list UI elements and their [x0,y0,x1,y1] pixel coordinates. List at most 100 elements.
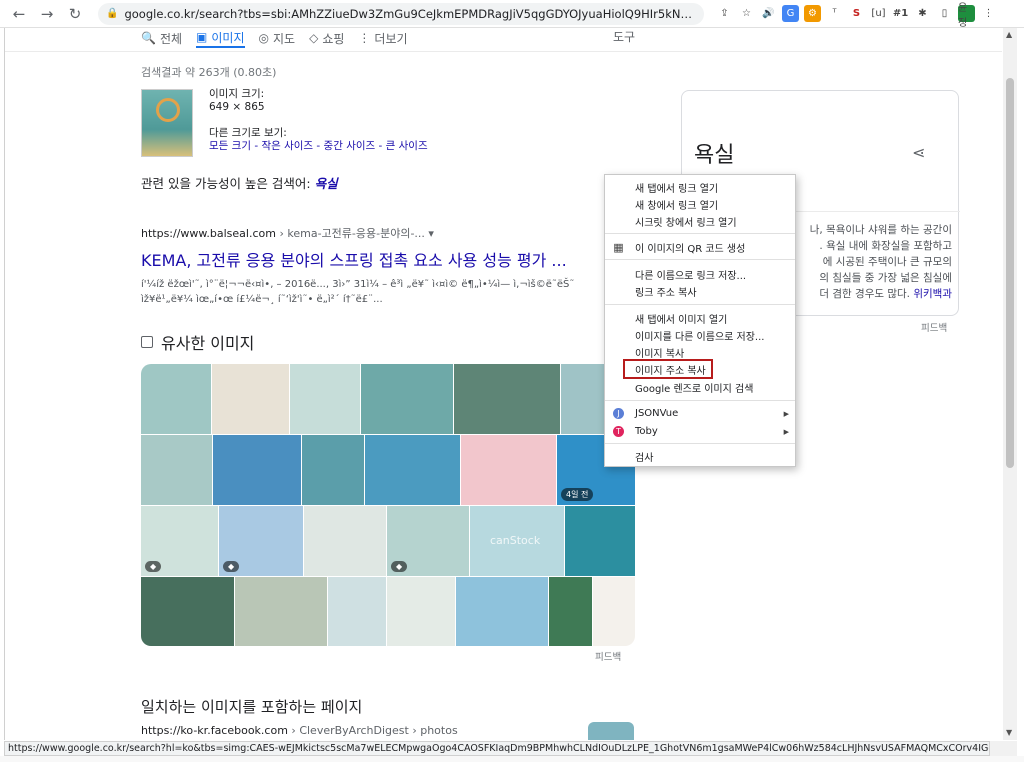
related-term-link[interactable]: 욕실 [315,176,338,191]
tag-icon: ◇ [309,31,319,45]
result-url[interactable]: https://www.balseal.com › kema-고전류-응용-분야… [141,225,601,241]
menu-save-link-as[interactable]: 다른 이름으로 링크 저장... [605,266,795,283]
extensions-puzzle-icon[interactable]: ✱ [914,5,931,22]
menu-save-image-as[interactable]: 이미지를 다른 이름으로 저장... [605,327,795,344]
chrome-menu-icon[interactable]: ⋮ [980,5,997,22]
menu-copy-link-address[interactable]: 링크 주소 복사 [605,283,795,300]
query-image-thumbnail[interactable] [141,89,193,157]
result-count: 검색결과 약 263개 (0.80초) [141,66,277,79]
back-icon[interactable]: ← [8,3,30,25]
address-bar[interactable]: 🔒 google.co.kr/search?tbs=sbi:AMhZZiueDw… [98,2,704,25]
address-url[interactable]: google.co.kr/search?tbs=sbi:AMhZZiueDw3Z… [124,7,696,21]
status-bar-url: https://www.google.co.kr/search?hl=ko&tb… [4,741,990,756]
image-icon: ▣ [196,30,208,44]
similar-image[interactable] [565,506,635,576]
vertical-scrollbar[interactable]: ▲ ▼ [1003,28,1017,740]
size-links[interactable]: 모든 크기 - 작은 사이즈 - 중간 사이즈 - 큰 사이즈 [209,140,428,153]
menu-separator [605,233,795,234]
similar-image[interactable]: ◆ [219,506,303,576]
media-icon[interactable]: 🔊 [760,5,777,22]
menu-open-link-new-tab[interactable]: 새 탭에서 링크 열기 [605,179,795,196]
similar-image[interactable] [302,435,364,505]
related-prefix: 관련 있을 가능성이 높은 검색어: [141,176,315,191]
bookmark-star-icon[interactable]: ☆ [738,5,755,22]
panel-feedback-link[interactable]: 피드백 [921,320,947,334]
share-page-icon[interactable]: ⇪ [716,5,733,22]
result-title-link[interactable]: KEMA, 고전류 응용 분야의 스프링 접촉 요소 사용 성능 평가 ... [141,247,601,271]
jsonvue-icon: J [613,408,624,419]
extension-icon-5[interactable]: #1 [892,5,909,22]
share-icon[interactable]: ⋖ [912,143,925,162]
tab-label: 지도 [273,31,296,46]
watermark: canStock [490,534,541,547]
age-badge: 4일 전 [561,488,594,501]
scroll-up-icon[interactable]: ▲ [1006,30,1012,39]
context-menu: 새 탭에서 링크 열기 새 창에서 링크 열기 시크릿 창에서 링크 열기 ▦ 이… [604,174,796,467]
tab-more[interactable]: ⋮ 더보기 [358,28,407,48]
extension-icon-1[interactable]: ⚙ [804,5,821,22]
forward-icon[interactable]: → [36,3,58,25]
similar-image[interactable] [212,364,289,434]
translate-icon[interactable]: G [782,5,799,22]
facebook-result-url[interactable]: https://ko-kr.facebook.com › CleverByArc… [141,724,458,737]
menu-open-image-new-tab[interactable]: 새 탭에서 이미지 열기 [605,310,795,327]
similar-image[interactable] [141,435,212,505]
tabs-divider [5,51,1002,52]
similar-image[interactable] [213,435,301,505]
window-bottom-edge [0,756,1024,762]
scroll-thumb[interactable] [1006,78,1014,468]
similar-image[interactable]: ◆ [141,506,218,576]
similar-image[interactable] [328,577,386,646]
menu-separator [605,400,795,401]
menu-qr-code[interactable]: ▦ 이 이미지의 QR 코드 생성 [605,239,795,256]
similar-image[interactable] [454,364,560,434]
side-panel-icon[interactable]: ▯ [936,5,953,22]
profile-avatar[interactable]: 윤정 [958,3,975,29]
tab-maps[interactable]: ◎ 지도 [259,28,296,48]
similar-image[interactable] [235,577,327,646]
tab-label: 전체 [159,31,183,46]
similar-image[interactable] [461,435,556,505]
image-size-label: 이미지 크기: [209,88,265,100]
menu-jsonvue[interactable]: J JSONVue ▶ [605,405,795,422]
similar-image[interactable] [549,577,592,646]
desc-text: 더 겸한 경우도 많다. [819,288,911,300]
similar-feedback-link[interactable]: 피드백 [595,649,621,663]
reload-icon[interactable]: ↻ [64,3,86,25]
tools-button[interactable]: 도구 [613,28,635,45]
extension-icon-3[interactable]: S [848,5,865,22]
page-viewport: 🔍 전체 ▣ 이미지 ◎ 지도 ◇ 쇼핑 ⋮ 더보기 도구 검색결과 약 263개 (0.… [4,28,1002,740]
similar-images-grid: 4일 전 ◆ ◆ ◆ canStock [141,364,635,646]
extension-icon-2[interactable]: ᵀ [826,5,843,22]
similar-image[interactable] [365,435,460,505]
similar-image[interactable] [141,577,234,646]
submenu-arrow-icon: ▶ [783,409,789,418]
similar-image[interactable] [141,364,211,434]
similar-image[interactable] [593,577,635,646]
tab-images[interactable]: ▣ 이미지 [196,28,245,48]
tab-all[interactable]: 🔍 전체 [141,28,182,48]
tab-shopping[interactable]: ◇ 쇼핑 [309,28,344,48]
menu-separator [605,304,795,305]
menu-inspect[interactable]: 검사 [605,448,795,465]
highlight-box [623,359,713,379]
menu-open-link-incognito[interactable]: 시크릿 창에서 링크 열기 [605,213,795,230]
menu-open-link-new-window[interactable]: 새 창에서 링크 열기 [605,196,795,213]
facebook-result-thumbnail[interactable] [588,722,634,740]
similar-image[interactable] [361,364,453,434]
similar-image[interactable] [387,577,455,646]
menu-toby[interactable]: T Toby ▶ [605,423,795,440]
toby-icon: T [613,426,624,437]
extension-icon-4[interactable]: [u] [870,5,887,22]
menu-google-lens[interactable]: Google 렌즈로 이미지 검색 [605,379,795,396]
related-search: 관련 있을 가능성이 높은 검색어: 욕실 [141,173,338,192]
similar-image[interactable] [290,364,360,434]
more-dots-icon: ⋮ [358,31,371,45]
wikipedia-link[interactable]: 위키백과 [913,288,952,300]
similar-image[interactable] [304,506,386,576]
tag-badge-icon: ◆ [145,561,162,572]
similar-image[interactable]: ◆ [387,506,469,576]
scroll-down-icon[interactable]: ▼ [1006,728,1012,737]
similar-image[interactable]: canStock [470,506,564,576]
similar-image[interactable] [456,577,548,646]
